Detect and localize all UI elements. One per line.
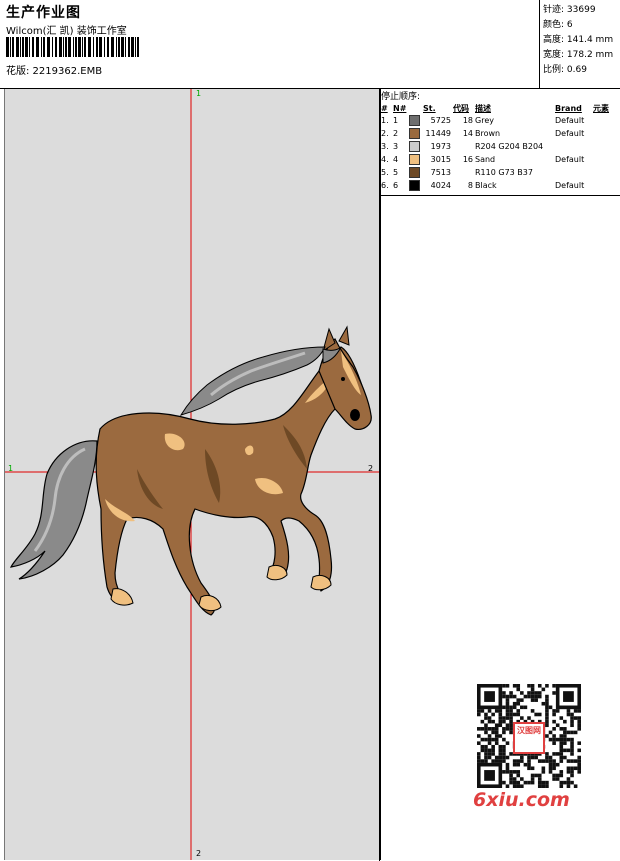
- row-description: Brown: [475, 129, 501, 138]
- row-code: 16: [462, 155, 473, 164]
- design-file-name: 花版: 2219362.EMB: [6, 66, 103, 77]
- panel-divider: [379, 89, 380, 861]
- stat-width: 宽度: 178.2 mm: [543, 50, 614, 60]
- barcode: [6, 37, 139, 57]
- row-brand: Default: [555, 129, 585, 138]
- row-index: 1.: [381, 116, 389, 125]
- row-code: 18: [462, 116, 473, 125]
- color-swatch-icon: [408, 179, 422, 192]
- row-code: [452, 166, 474, 179]
- row-index: 6.: [381, 181, 389, 190]
- row-index: 2.: [381, 129, 389, 138]
- row-code: [452, 140, 474, 153]
- row-code: 14: [462, 129, 473, 138]
- axis-marker-right: 2: [368, 464, 374, 473]
- row-element: [592, 179, 620, 192]
- table-row: 6. 6 4024 8 Black Default: [380, 179, 620, 192]
- color-swatch-icon: [408, 166, 422, 179]
- row-index: 5.: [381, 168, 389, 177]
- row-number: 6: [393, 181, 399, 190]
- row-stitches: 11449: [425, 129, 451, 138]
- table-divider: [380, 195, 620, 196]
- row-description: Sand: [475, 155, 496, 164]
- horse-embroidery-image: [5, 89, 380, 860]
- swatch-icon: [409, 141, 420, 152]
- row-stitches: 4024: [430, 181, 451, 190]
- stat-scale: 比例: 0.69: [543, 65, 587, 75]
- col-description: 描述: [475, 103, 491, 113]
- row-code: 8: [467, 181, 473, 190]
- table-row: 4. 4 3015 16 Sand Default: [380, 153, 620, 166]
- row-number: 5: [393, 168, 399, 177]
- color-swatch-icon: [408, 127, 422, 140]
- row-description: Black: [475, 181, 497, 190]
- row-element: [592, 166, 620, 179]
- row-element: [592, 140, 620, 153]
- row-brand: Default: [555, 181, 585, 190]
- swatch-icon: [409, 154, 420, 165]
- col-index: #: [381, 103, 388, 113]
- col-element: 元素: [593, 103, 609, 113]
- stat-colors: 颜色: 6: [543, 20, 573, 30]
- row-number: 1: [393, 116, 399, 125]
- row-element: [592, 114, 620, 127]
- qr-center-stamp: 汉图网: [513, 722, 545, 754]
- row-element: [592, 127, 620, 140]
- color-swatch-icon: [408, 114, 422, 127]
- row-description: Grey: [475, 116, 494, 125]
- row-brand: Default: [555, 155, 585, 164]
- table-row: 3. 3 1973 R204 G204 B204: [380, 140, 620, 153]
- header-divider: [539, 0, 540, 88]
- row-description: R204 G204 B204: [475, 142, 544, 151]
- design-canvas[interactable]: [4, 89, 381, 860]
- col-stitches: St.: [423, 103, 436, 113]
- row-stitches: 7513: [430, 168, 451, 177]
- row-index: 4.: [381, 155, 389, 164]
- col-number: N#: [393, 103, 407, 113]
- col-brand: Brand: [555, 103, 582, 113]
- row-number: 3: [393, 142, 399, 151]
- stat-stitches: 针迹: 33699: [543, 5, 596, 15]
- watermark-text: 6xiu.com: [473, 789, 570, 811]
- row-number: 2: [393, 129, 399, 138]
- axis-marker-top: 1: [196, 89, 202, 98]
- table-row: 1. 1 5725 18 Grey Default: [380, 114, 620, 127]
- company-name: Wilcom(汇 凯) 装饰工作室: [6, 26, 127, 37]
- table-header-row: # N# St. 代码 描述 Brand 元素: [380, 102, 620, 114]
- stop-sequence-label: 停止顺序:: [381, 92, 421, 102]
- row-brand: [554, 140, 592, 153]
- table-row: 2. 2 11449 14 Brown Default: [380, 127, 620, 140]
- swatch-icon: [409, 167, 420, 178]
- row-index: 3.: [381, 142, 389, 151]
- axis-marker-left: 1: [8, 464, 14, 473]
- stats-panel: 针迹: 33699 颜色: 6 高度: 141.4 mm 宽度: 178.2 m…: [543, 3, 613, 78]
- row-element: [592, 153, 620, 166]
- swatch-icon: [409, 180, 420, 191]
- row-brand: [554, 166, 592, 179]
- row-description: R110 G73 B37: [475, 168, 533, 177]
- page-title: 生产作业图: [6, 5, 81, 21]
- col-swatch: [408, 102, 422, 114]
- row-stitches: 1973: [430, 142, 451, 151]
- row-number: 4: [393, 155, 399, 164]
- swatch-icon: [409, 115, 420, 126]
- row-brand: Default: [555, 116, 585, 125]
- stat-height: 高度: 141.4 mm: [543, 35, 614, 45]
- col-code: 代码: [453, 103, 469, 113]
- row-stitches: 5725: [430, 116, 451, 125]
- row-stitches: 3015: [430, 155, 451, 164]
- color-swatch-icon: [408, 140, 422, 153]
- color-swatch-icon: [408, 153, 422, 166]
- table-row: 5. 5 7513 R110 G73 B37: [380, 166, 620, 179]
- swatch-icon: [409, 128, 420, 139]
- thread-color-table: # N# St. 代码 描述 Brand 元素 1. 1 5725 18 Grey Def…: [380, 102, 620, 192]
- axis-marker-bottom: 2: [196, 849, 202, 858]
